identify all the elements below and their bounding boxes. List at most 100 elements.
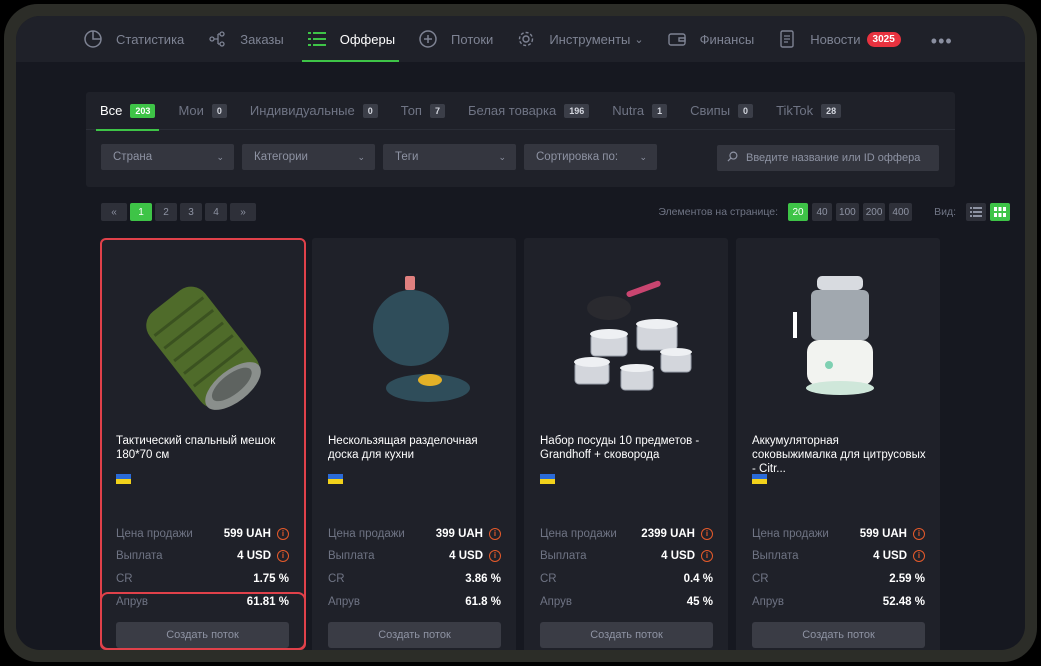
payout-row: Выплата 4 USD i — [328, 550, 501, 562]
tab-white-goods[interactable]: Белая товарка 196 — [468, 92, 590, 130]
offer-card[interactable]: Аккумуляторная соковыжималка для цитрусо… — [736, 238, 940, 650]
search-placeholder: Введите название или ID оффера — [746, 152, 921, 164]
app-screen: Статистика Заказы Офферы Потоки Инструме… — [16, 16, 1025, 650]
offer-title[interactable]: Тактический спальный мешок 180*70 см — [116, 434, 291, 462]
page-button[interactable]: 2 — [155, 203, 177, 221]
per-page-option[interactable]: 100 — [836, 203, 859, 221]
payout-value: 4 USD — [449, 550, 483, 562]
per-page-option[interactable]: 20 — [788, 203, 809, 221]
info-icon[interactable]: i — [701, 550, 713, 562]
offer-title[interactable]: Набор посуды 10 предметов - Grandhoff + … — [540, 434, 715, 462]
info-icon[interactable]: i — [913, 528, 925, 540]
tab-count: 196 — [564, 103, 590, 118]
tab-sweeps[interactable]: Свипы 0 — [690, 92, 754, 130]
ukraine-flag-icon — [752, 474, 767, 484]
tab-mine[interactable]: Мои 0 — [178, 92, 227, 130]
per-page-option[interactable]: 400 — [889, 203, 913, 221]
per-page-option[interactable]: 200 — [862, 203, 886, 221]
tab-tiktok[interactable]: TikTok 28 — [776, 92, 842, 130]
tab-individual[interactable]: Индивидуальные 0 — [250, 92, 378, 130]
tab-count: 7 — [429, 103, 445, 118]
offer-title[interactable]: Нескользящая разделочная доска для кухни — [328, 434, 503, 462]
tab-label: Мои — [178, 103, 204, 118]
nav-label: Статистика — [116, 31, 185, 47]
offer-card[interactable]: Нескользящая разделочная доска для кухни… — [312, 238, 516, 650]
offer-search-input[interactable]: Введите название или ID оффера — [717, 145, 939, 171]
info-icon[interactable]: i — [913, 550, 925, 562]
nav-label: Новости — [810, 31, 861, 47]
info-icon[interactable]: i — [701, 528, 713, 540]
select-label: Категории — [254, 151, 308, 163]
view-label: Вид: — [934, 206, 956, 218]
payout-label: Выплата — [328, 550, 375, 562]
offer-card[interactable]: Тактический спальный мешок 180*70 см Цен… — [100, 238, 304, 650]
product-image-juicer — [736, 253, 940, 433]
cr-row: CR 2.59 % — [752, 573, 925, 585]
chevron-down-icon: ⌄ — [639, 151, 647, 162]
approve-label: Апрув — [116, 596, 149, 608]
chevron-down-icon: ⌄ — [634, 33, 644, 46]
chevron-down-icon: ⌄ — [216, 151, 224, 162]
create-flow-button[interactable]: Создать поток — [540, 622, 713, 648]
cr-row: CR 1.75 % — [116, 573, 289, 585]
offer-title[interactable]: Аккумуляторная соковыжималка для цитрусо… — [752, 434, 927, 476]
price-row: Цена продажи 599 UAH i — [752, 528, 925, 540]
chevron-down-icon: ⌄ — [357, 151, 365, 162]
tags-select[interactable]: Теги ⌄ — [383, 144, 516, 170]
nav-item-statistics[interactable]: Статистика — [82, 16, 184, 62]
offer-card[interactable]: Набор посуды 10 предметов - Grandhoff + … — [524, 238, 728, 650]
create-flow-button[interactable]: Создать поток — [116, 622, 289, 648]
nav-label: Потоки — [451, 31, 494, 47]
per-page-option[interactable]: 40 — [812, 203, 833, 221]
category-select[interactable]: Категории ⌄ — [242, 144, 375, 170]
page-button[interactable]: 3 — [180, 203, 202, 221]
news-count-badge: 3025 — [866, 31, 901, 47]
more-menu-button[interactable]: ••• — [931, 31, 953, 52]
document-icon — [776, 28, 798, 50]
create-flow-button[interactable]: Создать поток — [328, 622, 501, 648]
nav-item-news[interactable]: Новости 3025 — [776, 16, 901, 62]
grid-view-button[interactable] — [990, 203, 1010, 221]
info-icon[interactable]: i — [277, 550, 289, 562]
payout-label: Выплата — [116, 550, 163, 562]
list-view-button[interactable] — [966, 203, 986, 221]
price-label: Цена продажи — [752, 528, 829, 540]
ukraine-flag-icon — [540, 474, 555, 484]
payout-label: Выплата — [752, 550, 799, 562]
nav-item-finance[interactable]: Финансы — [666, 16, 754, 62]
payout-label: Выплата — [540, 550, 587, 562]
pagination: « 1 2 3 4 » — [101, 203, 259, 221]
create-flow-button[interactable]: Создать поток — [752, 622, 925, 648]
tab-top[interactable]: Топ 7 — [401, 92, 445, 130]
info-icon[interactable]: i — [277, 528, 289, 540]
payout-row: Выплата 4 USD i — [540, 550, 713, 562]
select-label: Теги — [395, 151, 419, 163]
page-button[interactable]: 4 — [205, 203, 227, 221]
next-page-button[interactable]: » — [230, 203, 256, 221]
nav-label: Инструменты — [549, 31, 631, 47]
nav-item-orders[interactable]: Заказы — [206, 16, 284, 62]
payout-value: 4 USD — [873, 550, 907, 562]
nav-item-tools[interactable]: Инструменты ⌄ — [515, 16, 644, 62]
approve-label: Апрув — [328, 596, 361, 608]
tab-count: 0 — [738, 103, 754, 118]
sort-select[interactable]: Сортировка по: ⌄ — [524, 144, 657, 170]
info-icon[interactable]: i — [489, 528, 501, 540]
approve-value: 52.48 % — [882, 596, 925, 608]
price-value: 599 UAH — [223, 528, 271, 540]
payout-row: Выплата 4 USD i — [752, 550, 925, 562]
price-value: 399 UAH — [435, 528, 483, 540]
info-icon[interactable]: i — [489, 550, 501, 562]
device-frame: Статистика Заказы Офферы Потоки Инструме… — [4, 4, 1037, 662]
plus-circle-icon — [417, 28, 439, 50]
ukraine-flag-icon — [328, 474, 343, 484]
page-button[interactable]: 1 — [130, 203, 152, 221]
cr-label: CR — [116, 573, 133, 585]
nav-item-flows[interactable]: Потоки — [417, 16, 493, 62]
tab-all[interactable]: Все 203 — [95, 92, 160, 131]
country-select[interactable]: Страна ⌄ — [101, 144, 234, 170]
prev-page-button[interactable]: « — [101, 203, 127, 221]
tab-nutra[interactable]: Nutra 1 — [612, 92, 668, 130]
nav-item-offers[interactable]: Офферы — [301, 16, 400, 62]
pie-chart-icon — [82, 28, 104, 50]
